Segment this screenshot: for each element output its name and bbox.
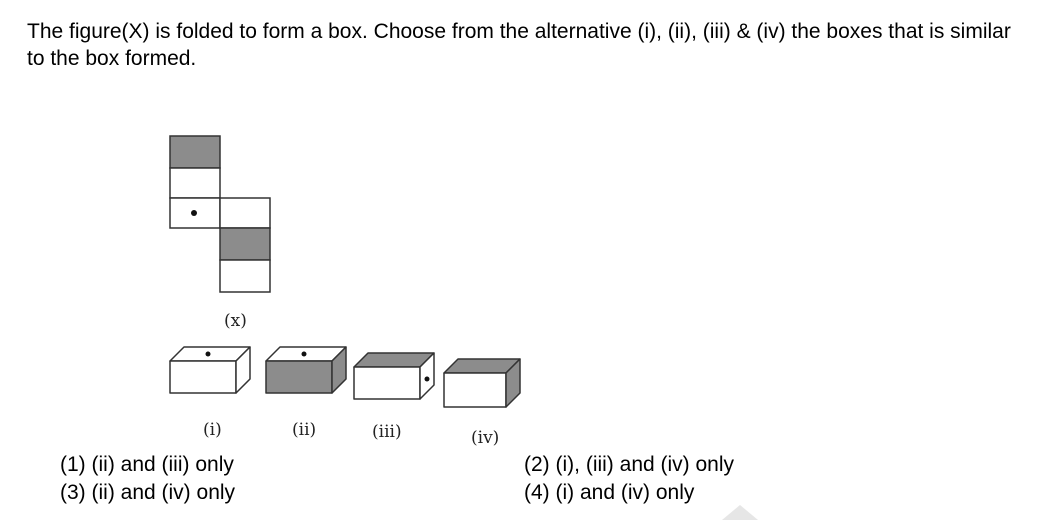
option-2[interactable]: (2) (i), (iii) and (iv) only — [524, 452, 734, 478]
figure-boxes — [169, 346, 521, 408]
watermark-triangle — [722, 505, 758, 520]
box-i — [169, 346, 251, 394]
box-label-iv: (iv) — [471, 428, 500, 448]
box-label-iii: (iii) — [372, 422, 402, 442]
option-1[interactable]: (1) (ii) and (iii) only — [60, 452, 234, 478]
box-iv — [443, 358, 521, 408]
box-iii — [353, 352, 435, 400]
option-3[interactable]: (3) (ii) and (iv) only — [60, 480, 235, 506]
box-label-ii: (ii) — [292, 420, 317, 440]
option-4[interactable]: (4) (i) and (iv) only — [524, 480, 694, 506]
net-label: (x) — [224, 311, 247, 331]
box-ii — [265, 346, 347, 394]
box-label-i: (i) — [203, 420, 222, 440]
